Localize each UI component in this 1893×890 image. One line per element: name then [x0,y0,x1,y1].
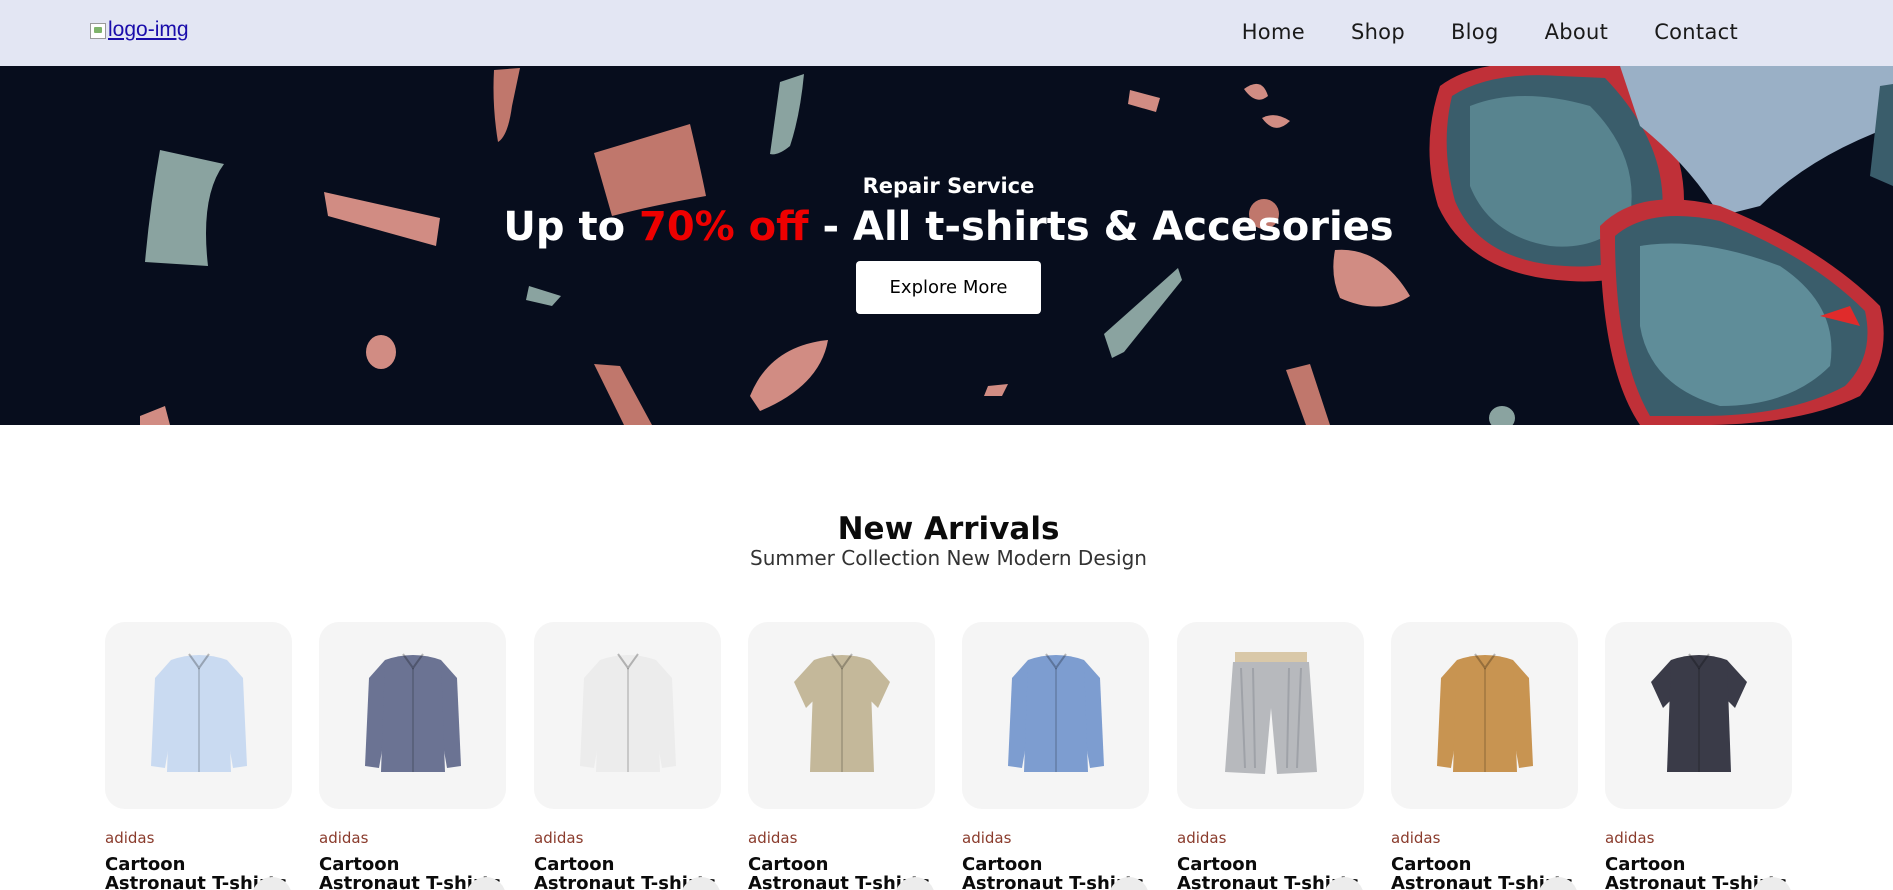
section-subtitle: Summer Collection New Modern Design [750,546,1147,570]
product-card[interactable]: adidas Cartoon Astronaut T-shirts [105,622,292,890]
logo-alt-text: logo-img [108,18,189,41]
product-image[interactable] [1605,622,1792,809]
product-card[interactable]: adidas Cartoon Astronaut T-shirts [962,622,1149,890]
floral-shirt-icon [792,648,892,783]
nav-shop[interactable]: Shop [1351,20,1405,44]
nav-blog[interactable]: Blog [1451,20,1499,44]
broken-image-icon [90,23,106,39]
product-card[interactable]: adidas Cartoon Astronaut T-shirts [319,622,506,890]
product-brand: adidas [319,829,369,847]
product-brand: adidas [1177,829,1227,847]
product-brand: adidas [1605,829,1655,847]
product-card[interactable]: adidas Cartoon Astronaut T-shirts [1177,622,1364,890]
product-brand: adidas [962,829,1012,847]
section-title: New Arrivals [837,511,1060,547]
product-grid: adidas Cartoon Astronaut T-shirts adidas Ca… [105,622,1893,890]
white-shirt-icon [578,648,678,783]
hero-title-accent: 70% off [638,204,809,250]
product-image[interactable] [534,622,721,809]
hero-banner: Repair Service Up to 70% off - All t-shi… [0,66,1893,425]
nav-contact[interactable]: Contact [1654,20,1738,44]
hero-title-prefix: Up to [503,204,639,250]
product-brand: adidas [534,829,584,847]
product-image[interactable] [1391,622,1578,809]
hero-subtitle: Repair Service [862,174,1035,198]
product-image[interactable] [105,622,292,809]
product-brand: adidas [1391,829,1441,847]
hero-title: Up to 70% off - All t-shirts & Accesorie… [0,204,1893,250]
product-brand: adidas [105,829,155,847]
product-card[interactable]: adidas Cartoon Astronaut T-shirts [1391,622,1578,890]
product-image[interactable] [748,622,935,809]
nav-about[interactable]: About [1545,20,1609,44]
main-nav: Home Shop Blog About Contact [1196,20,1738,44]
hero-title-suffix: - All t-shirts & Accesories [808,204,1394,250]
logo-link[interactable]: logo-img [90,18,189,42]
striped-shorts-icon [1221,648,1321,783]
tan-jacket-icon [1435,648,1535,783]
header: logo-img Home Shop Blog About Contact [0,0,1893,66]
nav-home[interactable]: Home [1242,20,1305,44]
denim-shirt-icon [1006,648,1106,783]
product-card[interactable]: adidas Cartoon Astronaut T-shirts [1605,622,1792,890]
product-image[interactable] [1177,622,1364,809]
dark-shirt-icon [1649,648,1749,783]
product-card[interactable]: adidas Cartoon Astronaut T-shirts [534,622,721,890]
product-brand: adidas [748,829,798,847]
light-blue-shirt-icon [149,648,249,783]
patterned-shirt-icon [363,648,463,783]
product-card[interactable]: adidas Cartoon Astronaut T-shirts [748,622,935,890]
explore-more-button[interactable]: Explore More [856,261,1041,314]
product-image[interactable] [962,622,1149,809]
product-image[interactable] [319,622,506,809]
